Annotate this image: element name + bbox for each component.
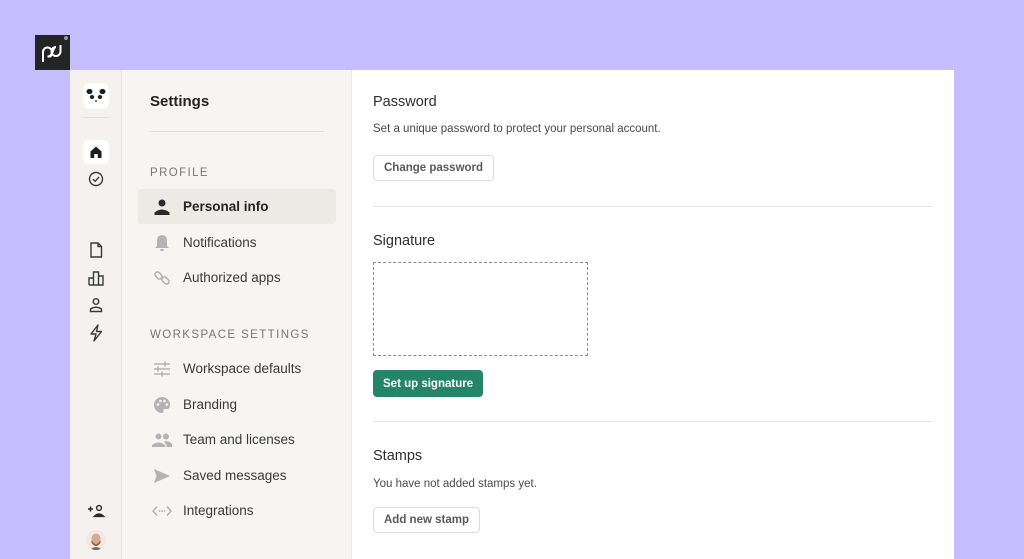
nav-item-label: Saved messages bbox=[183, 468, 287, 483]
section-label-profile: PROFILE bbox=[150, 167, 210, 179]
settings-content: Password Set a unique password to protec… bbox=[352, 70, 954, 559]
nav-item-integrations[interactable]: Integrations bbox=[138, 493, 336, 528]
nav-item-label: Integrations bbox=[183, 503, 254, 518]
add-user-icon bbox=[88, 504, 105, 518]
section-divider bbox=[373, 206, 932, 207]
palette-icon bbox=[152, 395, 172, 415]
rail-invite[interactable] bbox=[83, 499, 109, 523]
icon-rail bbox=[70, 70, 122, 559]
rail-contacts[interactable] bbox=[83, 293, 109, 317]
rail-divider bbox=[83, 117, 109, 118]
user-avatar[interactable] bbox=[86, 530, 106, 550]
nav-item-label: Team and licenses bbox=[183, 432, 295, 447]
nav-item-label: Branding bbox=[183, 397, 238, 412]
user-icon bbox=[89, 298, 103, 313]
pandadoc-logo-icon bbox=[41, 44, 61, 62]
rail-documents[interactable] bbox=[83, 238, 109, 262]
send-icon bbox=[152, 466, 172, 486]
home-icon bbox=[90, 146, 102, 158]
document-icon bbox=[90, 242, 103, 258]
lightning-icon bbox=[90, 324, 103, 342]
add-new-stamp-button[interactable]: Add new stamp bbox=[373, 507, 480, 533]
person-icon bbox=[152, 197, 172, 217]
link-icon bbox=[152, 268, 172, 288]
nav-item-notifications[interactable]: Notifications bbox=[138, 225, 336, 260]
nav-item-branding[interactable]: Branding bbox=[138, 387, 336, 422]
check-circle-icon bbox=[88, 171, 104, 187]
section-label-workspace: WORKSPACE SETTINGS bbox=[150, 329, 310, 341]
settings-sidebar: Settings PROFILE Personal info Notificat… bbox=[122, 70, 352, 559]
rail-tasks[interactable] bbox=[83, 167, 109, 191]
nav-item-label: Personal info bbox=[183, 199, 269, 214]
stamps-title: Stamps bbox=[373, 448, 423, 464]
bell-icon bbox=[152, 233, 172, 253]
settings-title: Settings bbox=[150, 93, 210, 110]
nav-item-team-and-licenses[interactable]: Team and licenses bbox=[138, 422, 336, 457]
avatar-icon bbox=[90, 533, 102, 550]
code-icon bbox=[152, 501, 172, 521]
nav-item-label: Workspace defaults bbox=[183, 361, 302, 376]
registered-mark bbox=[64, 36, 68, 40]
pandadoc-logo bbox=[35, 35, 70, 70]
stamps-description: You have not added stamps yet. bbox=[373, 478, 537, 490]
team-icon bbox=[152, 430, 172, 450]
nav-item-personal-info[interactable]: Personal info bbox=[138, 189, 336, 224]
signature-title: Signature bbox=[373, 233, 436, 249]
rail-reports[interactable] bbox=[83, 266, 109, 290]
workspace-button[interactable] bbox=[83, 83, 109, 109]
nav-item-label: Notifications bbox=[183, 235, 257, 250]
nav-item-workspace-defaults[interactable]: Workspace defaults bbox=[138, 351, 336, 386]
signature-placeholder[interactable] bbox=[373, 262, 588, 356]
section-divider bbox=[373, 421, 932, 422]
sliders-icon bbox=[152, 359, 172, 379]
nav-item-label: Authorized apps bbox=[183, 270, 281, 285]
panda-icon bbox=[86, 88, 106, 103]
password-title: Password bbox=[373, 94, 437, 110]
nav-item-authorized-apps[interactable]: Authorized apps bbox=[138, 260, 336, 295]
app-window: Settings PROFILE Personal info Notificat… bbox=[70, 70, 954, 559]
password-description: Set a unique password to protect your pe… bbox=[373, 123, 661, 135]
bar-chart-icon bbox=[88, 271, 104, 286]
settings-divider bbox=[150, 131, 324, 132]
change-password-button[interactable]: Change password bbox=[373, 155, 495, 181]
nav-item-saved-messages[interactable]: Saved messages bbox=[138, 458, 336, 493]
set-up-signature-button[interactable]: Set up signature bbox=[373, 370, 484, 397]
rail-home[interactable] bbox=[83, 140, 109, 164]
rail-automations[interactable] bbox=[83, 321, 109, 345]
